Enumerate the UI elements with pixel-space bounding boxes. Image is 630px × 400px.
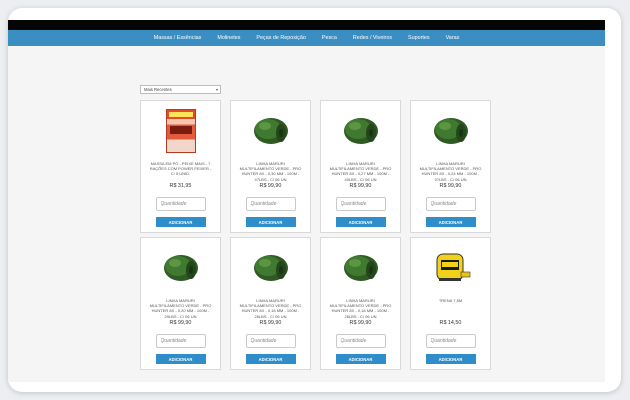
product-name[interactable]: LINHA MARURI MULTIFILAMENTO VERDE - PRO …	[231, 161, 310, 182]
nav-item-massas[interactable]: Massas / Essências	[146, 35, 210, 41]
quantity-input[interactable]	[155, 334, 206, 348]
nav-item-pecas[interactable]: Peças de Reposição	[248, 35, 313, 41]
product-name[interactable]: LINHA MARURI MULTIFILAMENTO VERDE - PRO …	[321, 298, 400, 319]
product-price: R$ 99,90	[169, 320, 192, 326]
fishing-line-spool-icon[interactable]	[251, 246, 291, 290]
add-to-cart-button[interactable]: ADICIONAR	[155, 354, 206, 364]
product-name[interactable]: LINHA MARURI MULTIFILAMENTO VERDE - PRO …	[321, 161, 400, 182]
quantity-input[interactable]	[335, 334, 386, 348]
product-price: R$ 99,90	[439, 183, 462, 189]
product-name[interactable]: TRENA 7,5M	[431, 298, 470, 314]
quantity-input[interactable]	[245, 334, 296, 348]
product-grid: MASSA EM PÓ - PEIXE MAIS - 7 RAÇÕES COM …	[140, 100, 491, 370]
quantity-input[interactable]	[335, 197, 386, 211]
add-to-cart-button[interactable]: ADICIONAR	[245, 354, 296, 364]
product-price: R$ 99,90	[259, 183, 282, 189]
product-name[interactable]: LINHA MARURI MULTIFILAMENTO VERDE - PRO …	[141, 298, 220, 319]
top-bar	[8, 20, 605, 30]
nav-item-redes[interactable]: Redes / Viveiros	[345, 35, 400, 41]
sort-select-value: Mais Recentes	[144, 87, 172, 92]
nav-item-suportes[interactable]: Suportes	[400, 35, 438, 41]
product-card: MASSA EM PÓ - PEIXE MAIS - 7 RAÇÕES COM …	[140, 100, 221, 233]
add-to-cart-button[interactable]: ADICIONAR	[155, 217, 206, 227]
add-to-cart-button[interactable]: ADICIONAR	[425, 217, 476, 227]
fishing-line-spool-icon[interactable]	[251, 109, 291, 153]
product-price: R$ 99,90	[349, 183, 372, 189]
product-name[interactable]: LINHA MARURI MULTIFILAMENTO VERDE - PRO …	[231, 298, 310, 319]
product-price: R$ 31,95	[169, 183, 192, 189]
quantity-input[interactable]	[155, 197, 206, 211]
product-card: LINHA MARURI MULTIFILAMENTO VERDE - PRO …	[230, 100, 311, 233]
nav-item-molinetes[interactable]: Molinetes	[209, 35, 248, 41]
quantity-input[interactable]	[425, 197, 476, 211]
nav-item-pesca[interactable]: Pesca	[314, 35, 345, 41]
sort-select[interactable]: Mais Recentes ▾	[140, 85, 221, 94]
main-nav: Massas / Essências Molinetes Peças de Re…	[8, 30, 605, 46]
product-card: TRENA 7,5M R$ 14,50 ADICIONAR	[410, 237, 491, 370]
fishing-line-spool-icon[interactable]	[161, 246, 201, 290]
fishing-line-spool-icon[interactable]	[341, 246, 381, 290]
nav-item-varas[interactable]: Varas	[438, 35, 468, 41]
product-card: LINHA MARURI MULTIFILAMENTO VERDE - PRO …	[320, 237, 401, 370]
product-price: R$ 14,50	[439, 320, 462, 326]
quantity-input[interactable]	[245, 197, 296, 211]
product-card: LINHA MARURI MULTIFILAMENTO VERDE - PRO …	[140, 237, 221, 370]
fishing-line-spool-icon[interactable]	[341, 109, 381, 153]
product-card: LINHA MARURI MULTIFILAMENTO VERDE - PRO …	[320, 100, 401, 233]
fishing-line-spool-icon[interactable]	[431, 109, 471, 153]
add-to-cart-button[interactable]: ADICIONAR	[245, 217, 296, 227]
bait-package-icon[interactable]	[161, 109, 201, 153]
product-price: R$ 99,90	[349, 320, 372, 326]
product-name[interactable]: MASSA EM PÓ - PEIXE MAIS - 7 RAÇÕES COM …	[141, 161, 220, 177]
chevron-down-icon: ▾	[215, 87, 218, 92]
add-to-cart-button[interactable]: ADICIONAR	[335, 354, 386, 364]
product-price: R$ 99,90	[259, 320, 282, 326]
product-card: LINHA MARURI MULTIFILAMENTO VERDE - PRO …	[230, 237, 311, 370]
tape-measure-icon[interactable]	[431, 246, 471, 290]
product-card: LINHA MARURI MULTIFILAMENTO VERDE - PRO …	[410, 100, 491, 233]
quantity-input[interactable]	[425, 334, 476, 348]
product-name[interactable]: LINHA MARURI MULTIFILAMENTO VERDE - PRO …	[411, 161, 490, 182]
add-to-cart-button[interactable]: ADICIONAR	[425, 354, 476, 364]
add-to-cart-button[interactable]: ADICIONAR	[335, 217, 386, 227]
